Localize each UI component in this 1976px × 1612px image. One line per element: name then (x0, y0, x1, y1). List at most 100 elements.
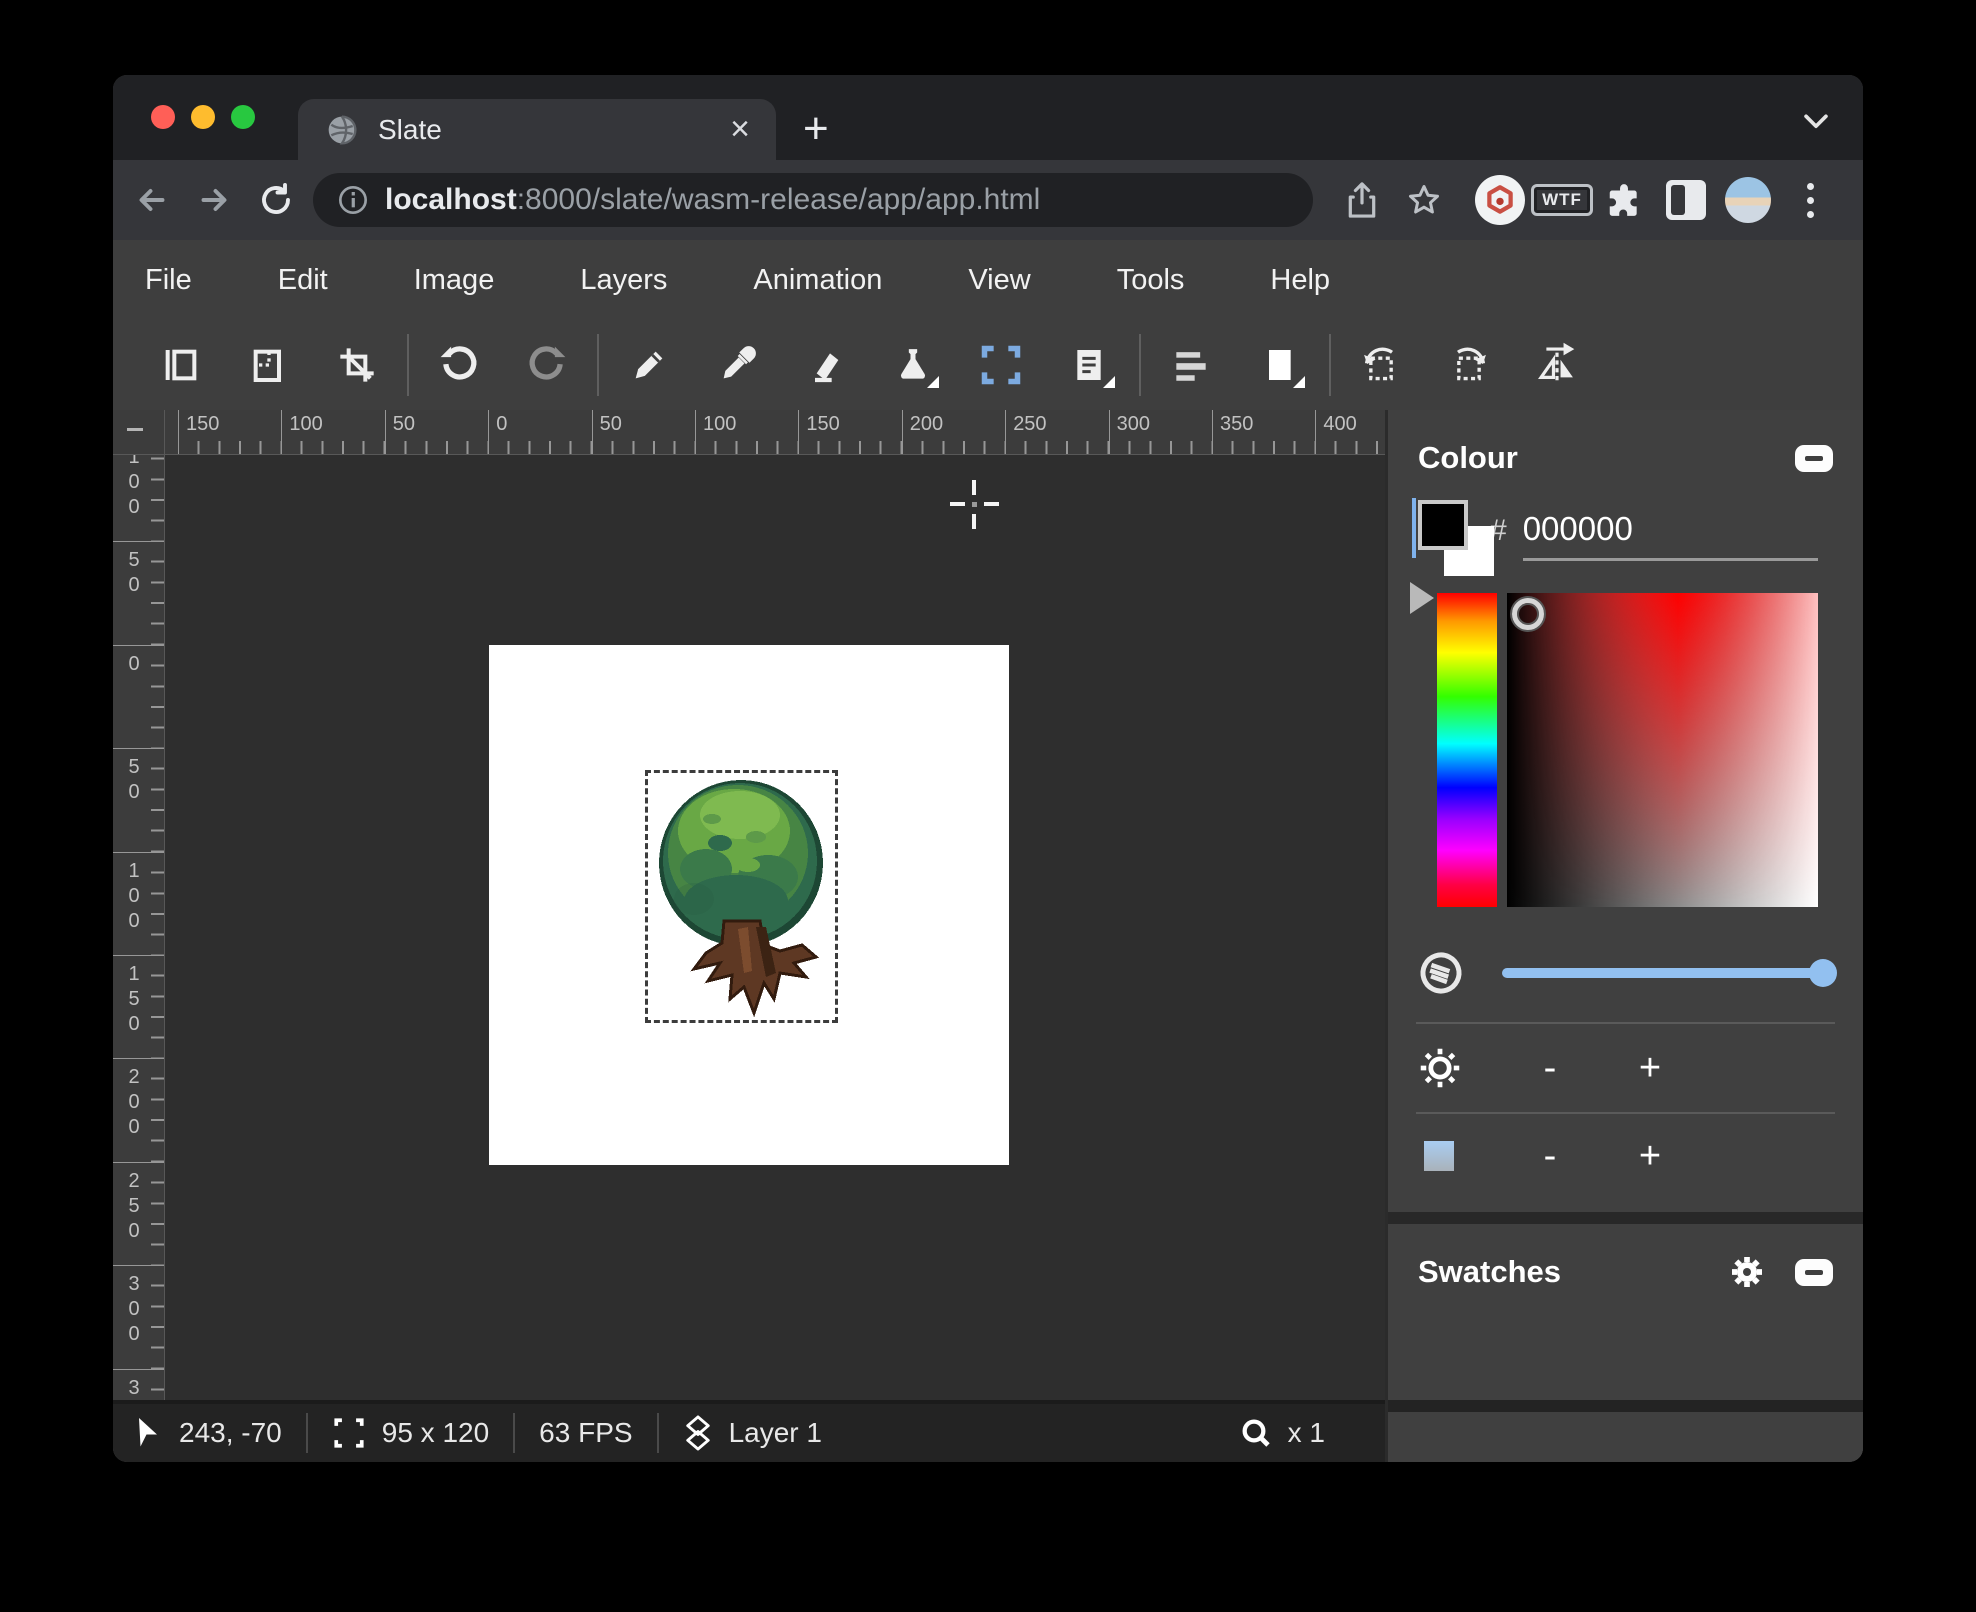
ruler-left-tick: 0 (113, 645, 164, 748)
note-tool-icon[interactable] (1045, 330, 1133, 400)
close-window-button[interactable] (151, 105, 175, 129)
panel-divider (1388, 1212, 1863, 1224)
opacity-slider[interactable] (1502, 968, 1833, 978)
eraser-tool-icon[interactable] (781, 330, 869, 400)
ruler-left-tick: 200 (113, 1058, 164, 1161)
minimize-window-button[interactable] (191, 105, 215, 129)
tree-sprite (648, 773, 835, 1020)
ruler-left-tick: 50 (113, 541, 164, 644)
ruler-top: 15010050050100150200250300350400 (165, 410, 1385, 455)
selection-size-icon (332, 1416, 366, 1450)
extension-hex-icon[interactable] (1469, 175, 1531, 225)
ruler-left-tick: 300 (113, 1265, 164, 1368)
bookmark-star-icon[interactable] (1393, 182, 1455, 218)
menu-file[interactable]: File (145, 264, 192, 297)
collapse-swatches-icon[interactable] (1795, 1259, 1833, 1286)
hue-marker-icon[interactable] (1410, 582, 1434, 614)
app-main: 15010050050100150200250300350400 1005005… (113, 410, 1863, 1462)
tab-close-icon[interactable]: × (730, 110, 750, 149)
address-bar[interactable]: localhost:8000/slate/wasm-release/app/ap… (313, 173, 1313, 227)
swatches-panel-title: Swatches (1418, 1254, 1561, 1290)
image-mode-icon[interactable] (137, 330, 225, 400)
eyedropper-tool-icon[interactable] (693, 330, 781, 400)
swatches-settings-gear-icon[interactable] (1727, 1252, 1767, 1292)
saturation-increase-button[interactable]: + (1620, 1135, 1680, 1178)
zoom-window-button[interactable] (231, 105, 255, 129)
undo-icon[interactable] (415, 330, 503, 400)
app-menubar: File Edit Image Layers Animation View To… (113, 240, 1863, 320)
rotate-cw-icon[interactable] (1425, 330, 1513, 400)
ruler-left: 10050050100150200250300350 (113, 455, 165, 1400)
ruler-top-tick: 50 (592, 410, 695, 454)
picker-cursor[interactable] (1512, 598, 1544, 630)
avatar[interactable] (1717, 177, 1779, 223)
selection-tool-icon[interactable] (957, 330, 1045, 400)
pencil-tool-icon[interactable] (605, 330, 693, 400)
new-tab-button[interactable]: + (803, 107, 829, 151)
colour-panel: Colour # (1388, 410, 1863, 1212)
shape-fill-icon[interactable] (1235, 330, 1323, 400)
redo-icon[interactable] (503, 330, 591, 400)
menu-image[interactable]: Image (414, 264, 495, 297)
ruler-left-tick: 50 (113, 748, 164, 851)
lightness-decrease-button[interactable]: - (1520, 1047, 1580, 1090)
saturation-decrease-button[interactable]: - (1520, 1135, 1580, 1178)
selection-marquee[interactable] (645, 770, 838, 1023)
forward-button[interactable] (183, 182, 245, 218)
fg-bg-swatches[interactable] (1418, 500, 1498, 580)
ruler-top-tick: 400 (1315, 410, 1385, 454)
hex-colour-input[interactable] (1523, 510, 1818, 561)
site-info-icon[interactable] (337, 184, 369, 216)
lightness-increase-button[interactable]: + (1620, 1047, 1680, 1090)
flip-icon[interactable] (1513, 330, 1601, 400)
opacity-icon (1412, 944, 1470, 1002)
zoom-magnifier-icon (1240, 1417, 1272, 1449)
ruler-top-tick: 150 (178, 410, 281, 454)
zoom-level[interactable]: x 1 (1288, 1417, 1325, 1449)
tileset-mode-icon[interactable] (225, 330, 313, 400)
saturation-lightness-picker[interactable] (1507, 593, 1818, 907)
menu-animation[interactable]: Animation (753, 264, 882, 297)
menu-view[interactable]: View (968, 264, 1030, 297)
current-layer[interactable]: Layer 1 (729, 1417, 822, 1449)
fill-tool-icon[interactable] (869, 330, 957, 400)
share-icon[interactable] (1331, 181, 1393, 219)
ruler-left-tick: 350 (113, 1369, 164, 1400)
selection-size: 95 x 120 (382, 1417, 489, 1449)
collapse-colour-icon[interactable] (1795, 445, 1833, 472)
menu-tools[interactable]: Tools (1117, 264, 1185, 297)
menu-edit[interactable]: Edit (278, 264, 328, 297)
opacity-slider-knob[interactable] (1809, 959, 1837, 987)
crop-icon[interactable] (313, 330, 401, 400)
stroke-thickness-icon[interactable] (1147, 330, 1235, 400)
ruler-left-tick: 150 (113, 955, 164, 1058)
browser-menu-dots-icon[interactable] (1779, 183, 1841, 218)
rotate-ccw-icon[interactable] (1337, 330, 1425, 400)
fg-active-indicator (1412, 498, 1416, 558)
ruler-top-tick: 350 (1212, 410, 1315, 454)
reload-button[interactable] (245, 182, 307, 218)
browser-tab[interactable]: Slate × (298, 99, 776, 160)
side-panel-icon[interactable] (1655, 180, 1717, 220)
url-host: localhost (385, 183, 517, 217)
swatches-panel: Swatches (1388, 1224, 1863, 1292)
ruler-top-tick: 100 (695, 410, 798, 454)
status-bar: 243, -70 95 x 120 63 FPS Layer 1 x 1 (113, 1400, 1385, 1462)
ruler-top-tick: 100 (281, 410, 384, 454)
hue-slider[interactable] (1437, 593, 1497, 907)
extensions-puzzle-icon[interactable] (1593, 181, 1655, 219)
image-canvas[interactable] (489, 645, 1009, 1165)
tab-title: Slate (378, 114, 730, 146)
canvas-viewport[interactable] (165, 455, 1385, 1400)
chevron-down-icon[interactable] (1799, 109, 1833, 135)
menu-layers[interactable]: Layers (580, 264, 667, 297)
menu-help[interactable]: Help (1270, 264, 1330, 297)
ruler-row: 15010050050100150200250300350400 (113, 410, 1385, 455)
traffic-lights (151, 105, 255, 129)
back-button[interactable] (121, 182, 183, 218)
ruler-left-tick: 250 (113, 1162, 164, 1265)
ruler-top-tick: 0 (488, 410, 591, 454)
wtf-extension-icon[interactable]: WTF (1531, 184, 1593, 216)
foreground-swatch[interactable] (1418, 500, 1468, 550)
browser-window: Slate × + localhost:8000/slate/wasm-rele… (113, 75, 1863, 1462)
